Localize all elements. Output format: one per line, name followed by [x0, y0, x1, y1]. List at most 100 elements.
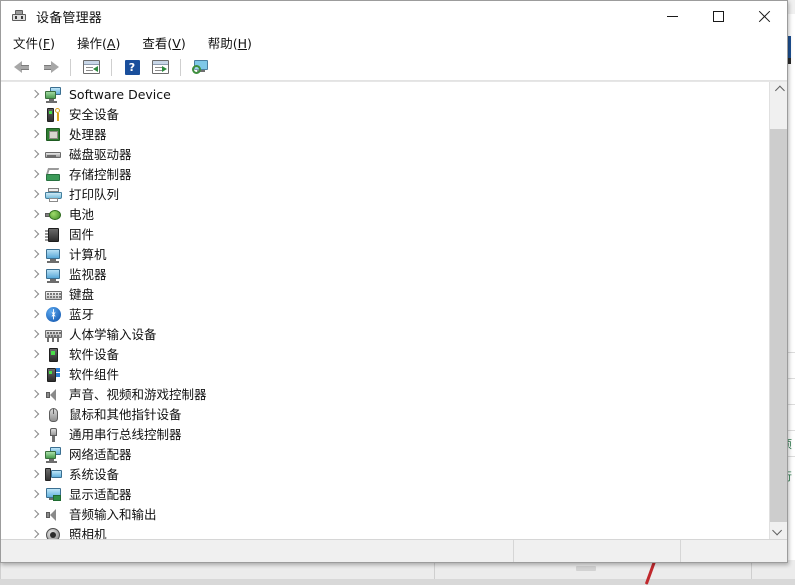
title-bar[interactable]: 设备管理器 — [1, 1, 787, 31]
menu-help-accel: H — [238, 36, 247, 51]
print-queue-icon — [45, 187, 62, 203]
tree-item-usb-controllers[interactable]: 通用串行总线控制器 — [1, 425, 769, 445]
tree-item-label: 打印队列 — [69, 187, 119, 203]
tree-item-monitors[interactable]: 监视器 — [1, 265, 769, 285]
tree-item-label: 软件设备 — [69, 347, 119, 363]
tree-item-label: 监视器 — [69, 267, 107, 283]
menu-view[interactable]: 查看(V) — [142, 31, 195, 54]
camera-icon — [45, 527, 62, 539]
tree-item-software-device[interactable]: Software Device — [1, 85, 769, 105]
tree-item-bluetooth[interactable]: ᚼ 蓝牙 — [1, 305, 769, 325]
scrollbar-up-button[interactable] — [770, 82, 787, 99]
chevron-right-icon[interactable] — [29, 287, 43, 303]
tree-item-audio-inputs-outputs[interactable]: 音频输入和输出 — [1, 505, 769, 525]
menu-bar: 文件(F) 操作(A) 查看(V) 帮助(H) — [1, 31, 787, 54]
tree-item-label: 人体学输入设备 — [69, 327, 157, 343]
chevron-right-icon[interactable] — [29, 267, 43, 283]
device-manager-window: 设备管理器 文件(F) 操作(A) 查看(V) 帮助(H) — [0, 0, 788, 563]
scrollbar-down-button[interactable] — [770, 522, 787, 539]
sound-video-game-icon — [45, 387, 62, 403]
tree-item-software-devices[interactable]: 软件设备 — [1, 345, 769, 365]
tree-item-security-device[interactable]: 安全设备 — [1, 105, 769, 125]
bottom-handle-nub — [576, 566, 596, 571]
chevron-right-icon[interactable] — [29, 127, 43, 143]
chevron-right-icon[interactable] — [29, 247, 43, 263]
help-question-icon: ? — [125, 60, 140, 75]
forward-arrow-icon — [42, 61, 59, 74]
chevron-right-icon[interactable] — [29, 367, 43, 383]
chevron-right-icon[interactable] — [29, 507, 43, 523]
menu-file[interactable]: 文件(F) — [13, 31, 65, 54]
tree-item-cameras[interactable]: 照相机 — [1, 525, 769, 539]
tree-item-label: 键盘 — [69, 287, 94, 303]
help-button[interactable]: ? — [119, 55, 145, 79]
chevron-up-icon — [775, 86, 785, 96]
tree-item-sound-video-game-controllers[interactable]: 声音、视频和游戏控制器 — [1, 385, 769, 405]
chevron-right-icon[interactable] — [29, 427, 43, 443]
chevron-right-icon[interactable] — [29, 467, 43, 483]
tree-item-label: 计算机 — [69, 247, 107, 263]
chevron-right-icon[interactable] — [29, 487, 43, 503]
chevron-right-icon[interactable] — [29, 207, 43, 223]
device-tree[interactable]: Software Device 安全设备 处理器 — [1, 82, 769, 539]
chevron-right-icon[interactable] — [29, 307, 43, 323]
minimize-button[interactable] — [649, 1, 695, 31]
tree-item-hid-devices[interactable]: 人体学输入设备 — [1, 325, 769, 345]
tree-item-disk-drives[interactable]: 磁盘驱动器 — [1, 145, 769, 165]
tree-item-system-devices[interactable]: 系统设备 — [1, 465, 769, 485]
chevron-right-icon[interactable] — [29, 227, 43, 243]
tree-item-label: 音频输入和输出 — [69, 507, 157, 523]
tree-item-mice-pointing-devices[interactable]: 鼠标和其他指针设备 — [1, 405, 769, 425]
tree-item-network-adapters[interactable]: 网络适配器 — [1, 445, 769, 465]
tree-item-label: 电池 — [69, 207, 94, 223]
toolbar-separator-2 — [111, 59, 112, 76]
tree-item-print-queues[interactable]: 打印队列 — [1, 185, 769, 205]
status-pane-tertiary — [681, 540, 787, 562]
tree-item-label: 网络适配器 — [69, 447, 132, 463]
menu-help[interactable]: 帮助(H) — [208, 31, 262, 54]
chevron-right-icon[interactable] — [29, 447, 43, 463]
tree-item-firmware[interactable]: 固件 — [1, 225, 769, 245]
back-button[interactable] — [9, 55, 35, 79]
chevron-right-icon[interactable] — [29, 387, 43, 403]
chevron-right-icon[interactable] — [29, 187, 43, 203]
forward-button[interactable] — [37, 55, 63, 79]
status-bar — [1, 539, 787, 562]
tree-item-computer[interactable]: 计算机 — [1, 245, 769, 265]
tree-item-display-adapters[interactable]: 显示适配器 — [1, 485, 769, 505]
tree-item-batteries[interactable]: 电池 — [1, 205, 769, 225]
computer-icon — [45, 247, 62, 263]
menu-action[interactable]: 操作(A) — [77, 31, 130, 54]
close-button[interactable] — [741, 1, 787, 31]
chevron-right-icon[interactable] — [29, 527, 43, 539]
chevron-right-icon[interactable] — [29, 407, 43, 423]
tree-item-processor[interactable]: 处理器 — [1, 125, 769, 145]
vertical-scrollbar[interactable] — [769, 82, 787, 539]
scan-hardware-button[interactable] — [188, 55, 214, 79]
chevron-right-icon[interactable] — [29, 327, 43, 343]
properties-button[interactable] — [78, 55, 104, 79]
chevron-right-icon[interactable] — [29, 107, 43, 123]
software-component-icon — [45, 367, 62, 383]
firmware-icon — [45, 227, 62, 243]
tree-item-storage-controllers[interactable]: 存储控制器 — [1, 165, 769, 185]
tree-item-software-components[interactable]: 软件组件 — [1, 365, 769, 385]
chevron-right-icon[interactable] — [29, 167, 43, 183]
update-driver-button[interactable] — [147, 55, 173, 79]
chevron-right-icon[interactable] — [29, 147, 43, 163]
chevron-right-icon[interactable] — [29, 347, 43, 363]
maximize-button[interactable] — [695, 1, 741, 31]
chevron-down-icon — [772, 526, 782, 536]
menu-action-accel: A — [107, 36, 116, 51]
security-device-icon — [45, 107, 62, 123]
chevron-right-icon[interactable] — [29, 87, 43, 103]
tree-item-label: 通用串行总线控制器 — [69, 427, 182, 443]
device-manager-icon — [10, 7, 28, 25]
keyboard-icon — [45, 287, 62, 303]
menu-view-accel: V — [172, 36, 181, 51]
window-controls — [649, 1, 787, 31]
scrollbar-thumb[interactable] — [770, 129, 787, 529]
tree-item-keyboards[interactable]: 键盘 — [1, 285, 769, 305]
toolbar-separator-1 — [70, 59, 71, 76]
processor-icon — [45, 127, 62, 143]
